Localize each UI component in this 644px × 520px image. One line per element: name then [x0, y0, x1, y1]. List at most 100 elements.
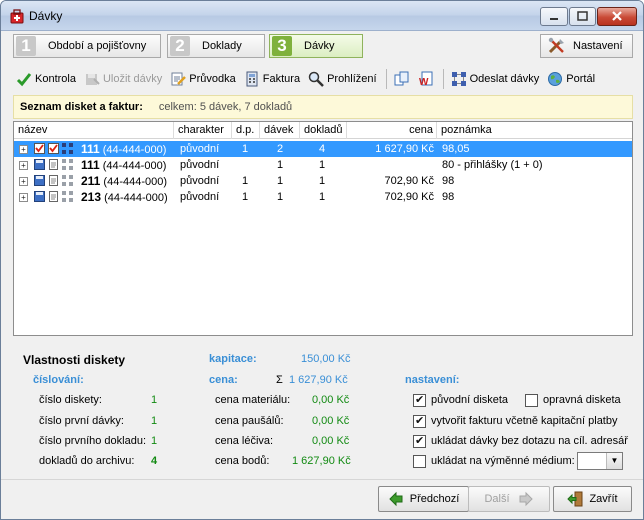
- column-header: název charakter d.p. dávek dokladů cena …: [14, 122, 632, 139]
- cislo-prvniho-dokladu-label: číslo prvního dokladu:: [39, 435, 147, 447]
- chevron-down-icon[interactable]: ▼: [606, 453, 622, 469]
- cislo-prvni-davky-label: číslo první dávky:: [39, 415, 124, 427]
- table-row[interactable]: + 211 (44-444-000) původní 1 1 1 702,90 …: [14, 173, 632, 189]
- dalsi-button[interactable]: Další: [468, 486, 550, 512]
- cell-dp: 1: [242, 175, 249, 187]
- row-number: 111: [81, 158, 100, 172]
- ukladat-medium-checkbox[interactable]: [413, 455, 426, 468]
- minimize-button[interactable]: [540, 7, 568, 26]
- kontrola-label: Kontrola: [35, 73, 76, 85]
- step-obdobi[interactable]: 1 Období a pojišťovny: [13, 34, 161, 58]
- column-nazev[interactable]: název: [14, 122, 174, 139]
- checkbox-red-check-icon: [34, 143, 45, 154]
- expand-toggle[interactable]: +: [19, 193, 28, 202]
- column-davek[interactable]: dávek: [260, 122, 300, 139]
- arrow-left-icon: [389, 491, 403, 507]
- vytvorit-fakturu-checkbox[interactable]: [413, 414, 426, 428]
- row-number: 213: [81, 190, 102, 204]
- document-icon: [49, 191, 58, 202]
- step-davky[interactable]: 3 Dávky: [269, 34, 363, 58]
- column-cena[interactable]: cena: [347, 122, 437, 139]
- pruvodka-button[interactable]: Průvodka: [167, 68, 238, 90]
- settings-button[interactable]: Nastavení: [540, 34, 633, 58]
- puvodni-disketa-label: původní disketa: [431, 394, 509, 406]
- table-row[interactable]: + 213 (44-444-000) původní 1 1 1 702,90 …: [14, 189, 632, 205]
- cena-pausalu-label: cena paušálů:: [215, 415, 284, 427]
- list-summary: celkem: 5 dávek, 7 dokladů: [158, 101, 293, 113]
- arrow-right-icon: [519, 491, 533, 507]
- check-icon: [16, 73, 32, 87]
- cena-materialu-label: cena materiálu:: [215, 394, 291, 406]
- word-export-button[interactable]: W: [415, 68, 437, 90]
- step-number: 3: [272, 36, 292, 56]
- kontrola-button[interactable]: Kontrola: [13, 68, 79, 90]
- cell-charakter: původní: [180, 191, 220, 203]
- tools-icon: [548, 37, 564, 54]
- faktura-label: Faktura: [262, 73, 301, 85]
- document-icon: [49, 175, 58, 186]
- faktura-button[interactable]: Faktura: [241, 68, 303, 90]
- opravna-disketa-checkbox[interactable]: [525, 394, 538, 407]
- cena-leciva-label: cena léčiva:: [215, 435, 274, 447]
- minimize-icon: [550, 18, 558, 20]
- dokladu-archivu-value: 4: [151, 455, 158, 467]
- calculator-icon: [246, 71, 258, 87]
- window-title: Dávky: [29, 9, 63, 23]
- word-document-icon: W: [419, 71, 433, 87]
- network-icon: [62, 159, 73, 170]
- maximize-button[interactable]: [569, 7, 596, 26]
- portal-label: Portál: [566, 73, 596, 85]
- title-bar: Dávky: [1, 1, 643, 31]
- cell-dokladu: 1: [319, 175, 326, 187]
- column-dokladu[interactable]: dokladů: [300, 122, 347, 139]
- checkbox-red-check-icon: [48, 143, 59, 154]
- cell-poznamka: 98,05: [442, 143, 470, 155]
- batch-tree-list[interactable]: název charakter d.p. dávek dokladů cena …: [13, 121, 633, 336]
- copy-documents-icon: [394, 71, 409, 86]
- table-row[interactable]: + 111 (44-444-000) původní 1 1 80 - přih…: [14, 157, 632, 173]
- table-row[interactable]: + 111 (44-444-000) původní 1 2 4 1 627,9…: [14, 141, 632, 157]
- kapitace-heading: kapitace:: [209, 353, 257, 365]
- step-number: 1: [16, 36, 36, 56]
- ukladat-davky-checkbox[interactable]: [413, 434, 426, 448]
- step-label: Doklady: [202, 40, 242, 52]
- predchozi-button[interactable]: Předchozí: [378, 486, 469, 512]
- step-label: Období a pojišťovny: [48, 40, 147, 52]
- step-doklady[interactable]: 2 Doklady: [167, 34, 265, 58]
- toolbar-separator: [442, 69, 444, 89]
- cell-charakter: původní: [180, 143, 220, 155]
- cislovani-heading: číslování:: [33, 374, 84, 386]
- davky-window: Dávky 1 Období a pojišťovny 2 Doklady 3 …: [0, 0, 644, 520]
- portal-button[interactable]: Portál: [544, 68, 598, 90]
- dalsi-label: Další: [484, 493, 510, 505]
- step-number: 2: [170, 36, 190, 56]
- cena-bodu-label: cena bodů:: [215, 455, 270, 467]
- maximize-icon: [577, 11, 588, 21]
- predchozi-label: Předchozí: [409, 493, 460, 505]
- medium-select[interactable]: ▼: [577, 452, 623, 470]
- cell-charakter: původní: [180, 159, 220, 171]
- close-button[interactable]: [597, 7, 637, 26]
- column-charakter[interactable]: charakter: [174, 122, 232, 139]
- row-code: (44-444-000): [102, 144, 167, 156]
- exit-door-icon: [567, 491, 583, 507]
- ulozit-davky-button[interactable]: Uložit dávky: [81, 68, 165, 90]
- nastaveni-heading: nastavení:: [405, 374, 460, 386]
- globe-icon: [548, 72, 563, 86]
- cena-materialu-value: 0,00 Kč: [312, 394, 350, 406]
- step-label: Dávky: [304, 40, 335, 52]
- puvodni-disketa-checkbox[interactable]: [413, 393, 426, 407]
- expand-toggle[interactable]: +: [19, 177, 28, 186]
- column-poznamka[interactable]: poznámka: [437, 122, 632, 139]
- cena-bodu-value: 1 627,90 Kč: [292, 455, 351, 467]
- copy-documents-button[interactable]: [391, 68, 413, 90]
- svg-text:W: W: [419, 77, 429, 87]
- cell-poznamka: 98: [442, 191, 455, 203]
- expand-toggle[interactable]: +: [19, 145, 28, 154]
- list-title: Seznam disket a faktur:: [20, 101, 143, 113]
- column-dp[interactable]: d.p.: [232, 122, 260, 139]
- odeslat-davky-button[interactable]: Odeslat dávky: [448, 68, 543, 90]
- prohlizeni-button[interactable]: Prohlížení: [305, 68, 380, 90]
- expand-toggle[interactable]: +: [19, 161, 28, 170]
- zavrit-button[interactable]: Zavřít: [553, 486, 632, 512]
